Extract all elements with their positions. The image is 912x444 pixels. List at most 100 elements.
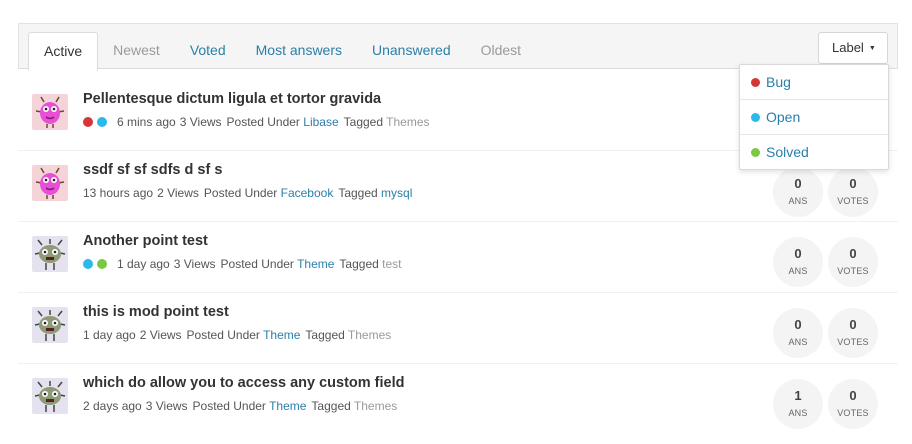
view-count: 2	[139, 328, 147, 342]
question-title-link[interactable]: this is mod point test	[83, 304, 229, 320]
filter-tab-bar: Active Newest Voted Most answers Unanswe…	[18, 23, 898, 71]
category-link[interactable]: Theme	[263, 328, 300, 342]
post-time: 6 mins ago	[117, 115, 176, 129]
posted-under-label: Posted Under	[186, 328, 260, 342]
post-time: 13 hours ago	[83, 186, 154, 200]
label-filter-button[interactable]: Label ▼	[818, 32, 888, 64]
answers-count: 0 ANS	[773, 167, 823, 217]
category-link[interactable]: Facebook	[281, 186, 334, 200]
gray-monster-avatar[interactable]	[32, 307, 68, 343]
tag-link[interactable]: Themes	[348, 328, 391, 342]
gray-monster-avatar[interactable]	[32, 378, 68, 414]
pink-monster-avatar[interactable]	[32, 165, 68, 201]
label-option-open[interactable]: Open	[740, 100, 888, 135]
views-label: Views	[155, 399, 188, 413]
tagged-label: Tagged	[343, 115, 384, 129]
pink-monster-avatar[interactable]	[32, 94, 68, 130]
category-link[interactable]: Libase	[303, 115, 338, 129]
post-time: 1 day ago	[117, 257, 170, 271]
label-color-dot	[751, 113, 760, 122]
question-title-link[interactable]: Another point test	[83, 233, 208, 249]
tag-link[interactable]: Themes	[386, 115, 429, 129]
votes-count: 0 VOTES	[828, 308, 878, 358]
views-label: Views	[149, 328, 182, 342]
question-meta: 6 mins ago 3 Views Posted Under Libase Tagg…	[83, 115, 430, 129]
votes-number: 0	[849, 388, 857, 403]
votes-count: 0 VOTES	[828, 167, 878, 217]
category-link[interactable]: Theme	[269, 399, 306, 413]
views-label: Views	[183, 257, 216, 271]
question-title-link[interactable]: ssdf sf sf sdfs d sf s	[83, 162, 222, 178]
votes-label: VOTES	[837, 196, 869, 206]
label-color-dot	[83, 259, 93, 269]
question-title-link[interactable]: which do allow you to access any custom …	[83, 375, 405, 391]
label-option-text: Bug	[766, 74, 791, 90]
tagged-label: Tagged	[311, 399, 351, 413]
tag-link[interactable]: mysql	[381, 186, 412, 200]
tab-active[interactable]: Active	[28, 32, 99, 71]
question-meta: 1 day ago 3 Views Posted Under Theme Tagged…	[83, 257, 401, 271]
tagged-label: Tagged	[338, 186, 378, 200]
answers-count: 0 ANS	[773, 308, 823, 358]
votes-number: 0	[849, 246, 857, 261]
answers-number: 1	[794, 388, 802, 403]
answers-label: ANS	[788, 408, 808, 418]
posted-under-label: Posted Under	[220, 257, 294, 271]
answers-count: 1 ANS	[773, 379, 823, 429]
views-label: Views	[167, 186, 199, 200]
views-label: Views	[189, 115, 222, 129]
tag-link[interactable]: Themes	[354, 399, 397, 413]
answers-label: ANS	[788, 337, 808, 347]
tagged-label: Tagged	[305, 328, 345, 342]
tab-newest[interactable]: Newest	[98, 32, 175, 70]
category-link[interactable]: Theme	[297, 257, 334, 271]
votes-number: 0	[849, 317, 857, 332]
question-meta: 13 hours ago 2 Views Posted Under Facebook…	[83, 186, 412, 200]
votes-number: 0	[849, 176, 857, 191]
view-count: 3	[173, 257, 181, 271]
answers-count: 0 ANS	[773, 237, 823, 287]
label-color-dot	[97, 259, 107, 269]
answers-number: 0	[794, 246, 802, 261]
question-row: Another point test 1 day ago 3 Views Posted…	[18, 222, 898, 293]
tab-unanswered[interactable]: Unanswered	[357, 32, 466, 70]
label-option-bug[interactable]: Bug	[740, 65, 888, 100]
tab-most-answers[interactable]: Most answers	[241, 32, 357, 70]
answers-number: 0	[794, 317, 802, 332]
votes-label: VOTES	[837, 337, 869, 347]
gray-monster-avatar[interactable]	[32, 236, 68, 272]
tab-list: Active Newest Voted Most answers Unanswe…	[28, 32, 536, 71]
label-dots	[83, 257, 111, 271]
label-option-text: Solved	[766, 144, 809, 160]
label-color-dot	[751, 78, 760, 87]
posted-under-label: Posted Under	[192, 399, 266, 413]
tab-oldest[interactable]: Oldest	[466, 32, 536, 70]
label-color-dot	[83, 117, 93, 127]
post-time: 1 day ago	[83, 328, 136, 342]
answers-label: ANS	[788, 196, 808, 206]
label-color-dot	[97, 117, 107, 127]
votes-label: VOTES	[837, 266, 869, 276]
answers-number: 0	[794, 176, 802, 191]
posted-under-label: Posted Under	[226, 115, 300, 129]
label-color-dot	[751, 148, 760, 157]
votes-count: 0 VOTES	[828, 237, 878, 287]
votes-count: 0 VOTES	[828, 379, 878, 429]
question-meta: 2 days ago 3 Views Posted Under Theme Tagge…	[83, 399, 397, 413]
tag-link[interactable]: test	[382, 257, 401, 271]
label-option-solved[interactable]: Solved	[740, 135, 888, 170]
tab-voted[interactable]: Voted	[175, 32, 241, 70]
question-row: this is mod point test 1 day ago 2 Views Po…	[18, 293, 898, 364]
answers-label: ANS	[788, 266, 808, 276]
view-count: 2	[157, 186, 164, 200]
label-dropdown-menu: Bug Open Solved	[739, 64, 889, 170]
votes-label: VOTES	[837, 408, 869, 418]
view-count: 3	[145, 399, 153, 413]
question-row: which do allow you to access any custom …	[18, 364, 898, 435]
question-title-link[interactable]: Pellentesque dictum ligula et tortor gra…	[83, 91, 381, 107]
tagged-label: Tagged	[339, 257, 379, 271]
view-count: 3	[179, 115, 187, 129]
posted-under-label: Posted Under	[203, 186, 278, 200]
label-filter-text: Label	[832, 40, 864, 55]
label-dots	[83, 115, 111, 129]
